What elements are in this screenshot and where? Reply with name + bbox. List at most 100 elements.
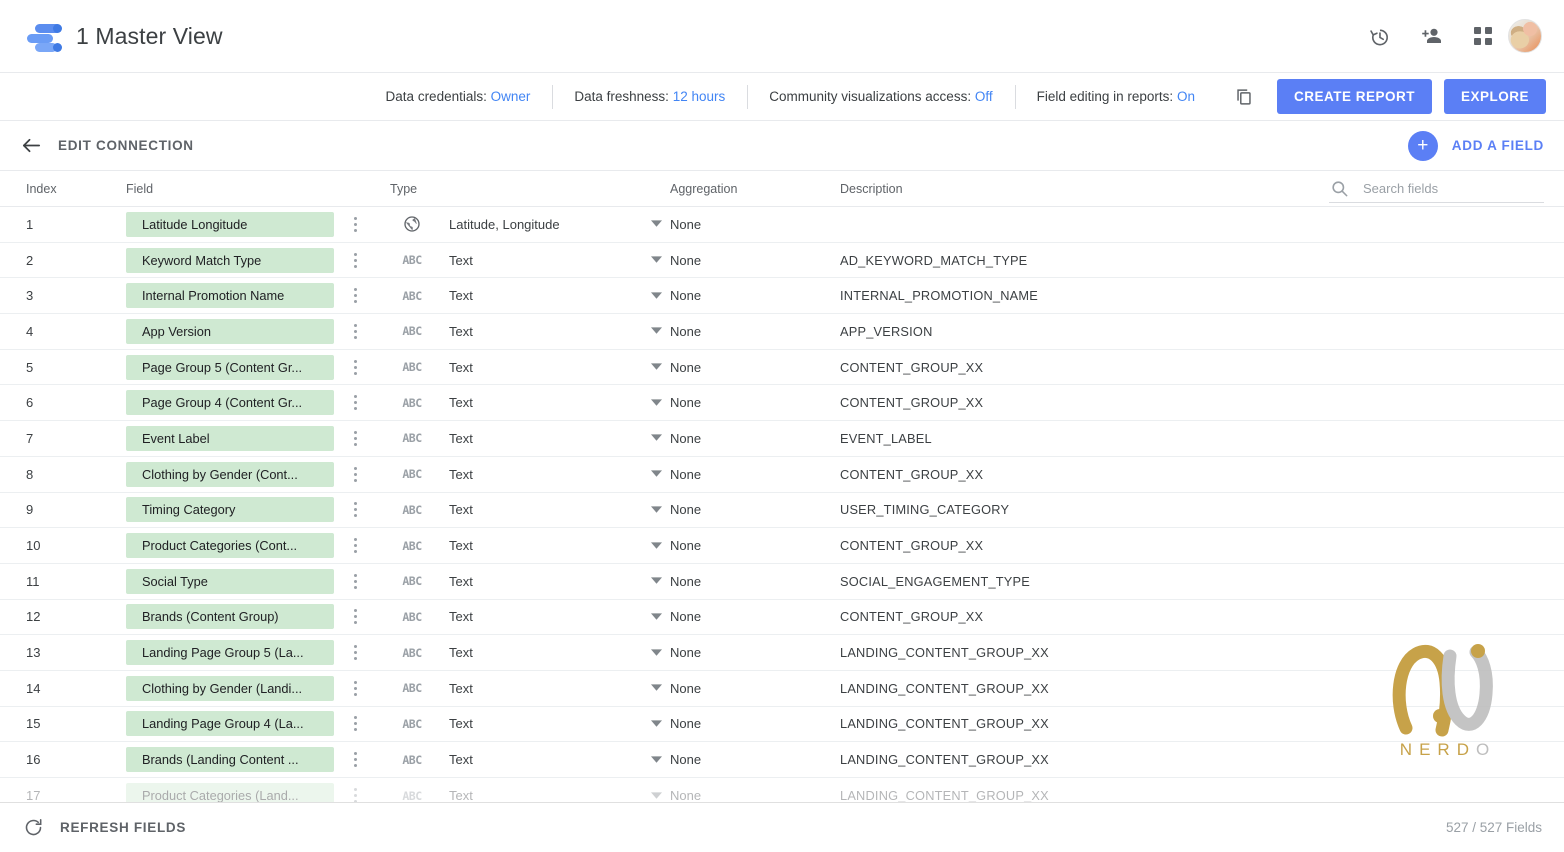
table-row[interactable]: 3 Internal Promotion Name ABC Text None INTER… (0, 278, 1564, 315)
chevron-down-icon[interactable] (642, 470, 670, 478)
chevron-down-icon[interactable] (642, 506, 670, 514)
table-row[interactable]: 15 Landing Page Group 4 (La... ABC Text None… (0, 707, 1564, 743)
row-more-options-icon[interactable] (344, 466, 366, 482)
row-more-options-icon[interactable] (344, 716, 366, 732)
field-name-chip[interactable]: Latitude Longitude (126, 211, 334, 237)
row-more-options-icon[interactable] (344, 645, 366, 661)
row-aggregation[interactable]: None (670, 431, 838, 446)
field-name-chip[interactable]: Brands (Content Group) (126, 604, 334, 630)
history-icon[interactable] (1366, 23, 1392, 49)
row-type-cell[interactable]: Latitude, Longitude (390, 214, 670, 234)
row-aggregation[interactable]: None (670, 681, 838, 696)
field-name-chip[interactable]: Social Type (126, 568, 334, 594)
chevron-down-icon[interactable] (642, 363, 670, 371)
chevron-down-icon[interactable] (642, 292, 670, 300)
avatar[interactable] (1508, 19, 1542, 53)
row-type-cell[interactable]: ABC Text (390, 324, 670, 339)
row-type-cell[interactable]: ABC Text (390, 502, 670, 517)
chevron-down-icon[interactable] (642, 720, 670, 728)
field-name-chip[interactable]: Page Group 5 (Content Gr... (126, 354, 334, 380)
table-row[interactable]: 13 Landing Page Group 5 (La... ABC Text None… (0, 635, 1564, 671)
chevron-down-icon[interactable] (642, 434, 670, 442)
field-name-chip[interactable]: Product Categories (Cont... (126, 533, 334, 559)
chevron-down-icon[interactable] (642, 577, 670, 585)
info-field-editing-value[interactable]: On (1177, 89, 1195, 104)
table-row[interactable]: 7 Event Label ABC Text None EVENT_LABEL (0, 421, 1564, 457)
row-type-cell[interactable]: ABC Text (390, 752, 670, 767)
row-more-options-icon[interactable] (344, 216, 366, 232)
field-name-chip[interactable]: Event Label (126, 425, 334, 451)
row-more-options-icon[interactable] (344, 395, 366, 411)
create-report-button[interactable]: CREATE REPORT (1276, 79, 1432, 114)
table-row[interactable]: 12 Brands (Content Group) ABC Text None CONTE… (0, 600, 1564, 636)
row-type-cell[interactable]: ABC Text (390, 538, 670, 553)
row-aggregation[interactable]: None (670, 574, 838, 589)
chevron-down-icon[interactable] (642, 541, 670, 550)
row-type-cell[interactable]: ABC Text (390, 716, 670, 731)
table-row[interactable]: 9 Timing Category ABC Text None USER_TIMING_C… (0, 493, 1564, 529)
row-aggregation[interactable]: None (670, 467, 838, 482)
row-more-options-icon[interactable] (344, 430, 366, 446)
field-name-chip[interactable]: Clothing by Gender (Landi... (126, 675, 334, 701)
row-more-options-icon[interactable] (344, 788, 366, 802)
row-type-cell[interactable]: ABC Text (390, 574, 670, 589)
back-arrow-icon[interactable] (18, 133, 44, 159)
row-aggregation[interactable]: None (670, 645, 838, 660)
refresh-fields-button[interactable]: REFRESH FIELDS (22, 817, 186, 839)
chevron-down-icon[interactable] (642, 220, 670, 228)
row-more-options-icon[interactable] (344, 288, 366, 304)
row-type-cell[interactable]: ABC Text (390, 609, 670, 624)
table-row[interactable]: 5 Page Group 5 (Content Gr... ABC Text None C… (0, 350, 1564, 386)
row-type-cell[interactable]: ABC Text (390, 360, 670, 375)
table-row[interactable]: 14 Clothing by Gender (Landi... ABC Text Non… (0, 671, 1564, 707)
row-aggregation[interactable]: None (670, 788, 838, 802)
row-more-options-icon[interactable] (344, 752, 366, 768)
chevron-down-icon[interactable] (642, 399, 670, 407)
row-more-options-icon[interactable] (344, 573, 366, 589)
chevron-down-icon[interactable] (642, 684, 670, 692)
row-aggregation[interactable]: None (670, 324, 838, 339)
chevron-down-icon[interactable] (642, 613, 670, 621)
copy-icon[interactable] (1231, 84, 1257, 110)
info-community-visualizations-value[interactable]: Off (975, 89, 993, 104)
chevron-down-icon[interactable] (642, 327, 670, 335)
table-row[interactable]: 2 Keyword Match Type ABC Text None AD_KEYWORD… (0, 243, 1564, 279)
row-more-options-icon[interactable] (344, 323, 366, 339)
row-more-options-icon[interactable] (344, 609, 366, 625)
row-aggregation[interactable]: None (670, 288, 838, 303)
row-more-options-icon[interactable] (344, 680, 366, 696)
search-input[interactable] (1363, 181, 1544, 196)
info-data-credentials-value[interactable]: Owner (491, 89, 531, 104)
row-type-cell[interactable]: ABC Text (390, 288, 670, 303)
row-type-cell[interactable]: ABC Text (390, 788, 670, 802)
row-type-cell[interactable]: ABC Text (390, 467, 670, 482)
field-name-chip[interactable]: Internal Promotion Name (126, 283, 334, 309)
chevron-down-icon[interactable] (642, 256, 670, 264)
apps-grid-icon[interactable] (1470, 23, 1496, 49)
add-person-icon[interactable] (1418, 23, 1444, 49)
search-fields-box[interactable] (1329, 175, 1544, 203)
row-aggregation[interactable]: None (670, 217, 838, 232)
table-row[interactable]: 4 App Version ABC Text None APP_VERSION (0, 314, 1564, 350)
row-aggregation[interactable]: None (670, 360, 838, 375)
row-aggregation[interactable]: None (670, 716, 838, 731)
row-type-cell[interactable]: ABC Text (390, 645, 670, 660)
chevron-down-icon[interactable] (642, 755, 670, 764)
field-name-chip[interactable]: Brands (Landing Content ... (126, 747, 334, 773)
row-aggregation[interactable]: None (670, 502, 838, 517)
row-aggregation[interactable]: None (670, 609, 838, 624)
explore-button[interactable]: EXPLORE (1443, 79, 1546, 114)
field-name-chip[interactable]: App Version (126, 318, 334, 344)
row-type-cell[interactable]: ABC Text (390, 253, 670, 268)
chevron-down-icon[interactable] (642, 648, 670, 657)
edit-connection-label[interactable]: EDIT CONNECTION (58, 138, 194, 153)
row-aggregation[interactable]: None (670, 253, 838, 268)
table-row[interactable]: 10 Product Categories (Cont... ABC Text None… (0, 528, 1564, 564)
row-type-cell[interactable]: ABC Text (390, 395, 670, 410)
table-row[interactable]: 17 Product Categories (Land... ABC Text None… (0, 778, 1564, 802)
field-name-chip[interactable]: Clothing by Gender (Cont... (126, 461, 334, 487)
add-a-field-button[interactable]: + ADD A FIELD (1407, 130, 1544, 161)
row-more-options-icon[interactable] (344, 502, 366, 518)
row-aggregation[interactable]: None (670, 538, 838, 553)
chevron-down-icon[interactable] (642, 792, 670, 800)
